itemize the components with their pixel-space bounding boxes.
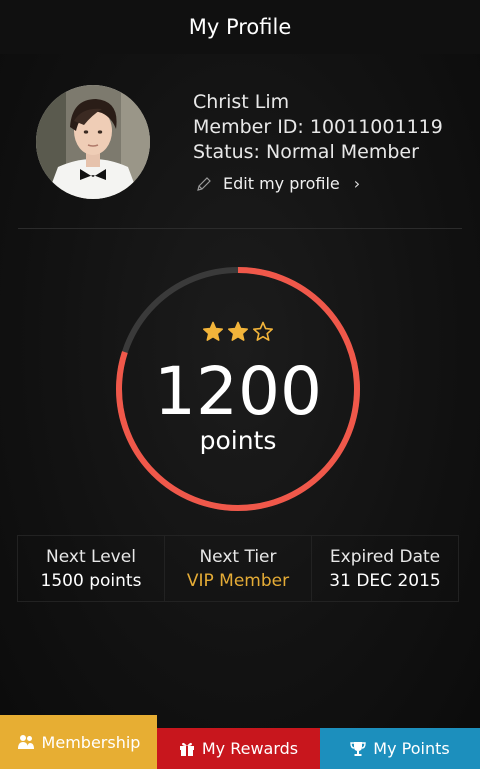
member-name: Christ Lim (193, 91, 290, 113)
header-bar: My Profile (0, 0, 480, 54)
tab-my-points[interactable]: My Points (320, 728, 480, 769)
stat-label: Next Level (46, 546, 136, 567)
members-icon (17, 735, 34, 749)
stat-value: 1500 points (40, 570, 142, 591)
divider (18, 228, 462, 229)
trophy-icon (350, 741, 366, 756)
avatar-photo (36, 85, 150, 199)
chevron-right-icon: › (353, 174, 361, 193)
avatar[interactable] (36, 85, 150, 199)
page-title: My Profile (188, 15, 292, 39)
star-filled-icon (228, 321, 248, 341)
pencil-icon (197, 176, 211, 191)
tab-label: Membership (41, 732, 141, 752)
points-label: points (199, 426, 277, 455)
star-filled-icon (203, 321, 223, 341)
stat-value: 31 DEC 2015 (329, 570, 441, 591)
stat-label: Next Tier (199, 546, 277, 567)
stat-next-tier: Next Tier VIP Member (165, 536, 312, 601)
tier-stars (113, 321, 363, 342)
tab-my-rewards[interactable]: My Rewards (157, 728, 320, 769)
edit-profile-link[interactable]: Edit my profile › (195, 174, 360, 193)
stat-value: VIP Member (186, 570, 290, 591)
stats-panel: Next Level 1500 points Next Tier VIP Mem… (17, 535, 459, 602)
edit-profile-label: Edit my profile (223, 174, 340, 193)
tab-membership[interactable]: Membership (0, 715, 157, 769)
profile-section: Christ Lim Member ID: 10011001119 Status… (0, 54, 480, 229)
member-status: Status: Normal Member (193, 141, 419, 163)
stat-next-level: Next Level 1500 points (18, 536, 165, 601)
gift-icon (179, 742, 194, 756)
stat-label: Expired Date (329, 546, 441, 567)
member-id: Member ID: 10011001119 (193, 116, 443, 138)
bottom-tab-bar: Membership My Rewards My Points (0, 713, 480, 769)
points-value: 1200 (154, 353, 322, 430)
tab-label: My Rewards (201, 739, 299, 758)
points-ring: 1200 points (113, 264, 363, 514)
star-outline-icon (253, 321, 273, 341)
member-info: Christ Lim Member ID: 10011001119 Status… (193, 90, 443, 165)
tab-label: My Points (373, 739, 450, 758)
stat-expired-date: Expired Date 31 DEC 2015 (312, 536, 458, 601)
